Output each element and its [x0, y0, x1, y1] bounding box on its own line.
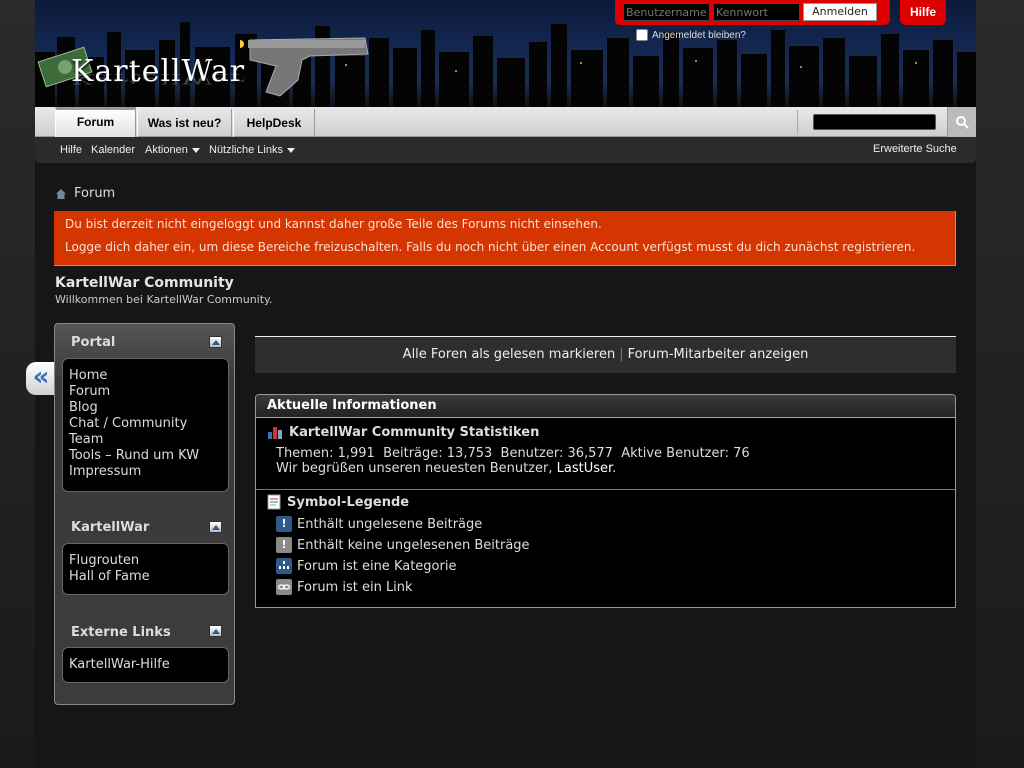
sidebar-item-flugrouten[interactable]: Flugrouten	[69, 553, 222, 569]
remember-me-label: Angemeldet bleiben?	[652, 29, 746, 41]
remember-me[interactable]: Angemeldet bleiben?	[636, 29, 746, 41]
subnav-calendar[interactable]: Kalender	[91, 144, 135, 156]
separator: |	[619, 347, 624, 362]
home-icon[interactable]	[55, 188, 67, 200]
remember-me-checkbox[interactable]	[636, 29, 648, 41]
sidebar-item-kartellwar-hilfe[interactable]: KartellWar-Hilfe	[69, 657, 222, 673]
block-collapse-kartellwar[interactable]	[209, 521, 222, 533]
chevron-up-icon	[211, 629, 220, 634]
page-background-right	[976, 0, 1024, 768]
block-collapse-portal[interactable]	[209, 336, 222, 348]
legend-label: Enthält ungelesene Beiträge	[297, 516, 483, 532]
search-button[interactable]	[947, 107, 976, 137]
subnav-useful-links[interactable]: Nützliche Links	[209, 144, 295, 156]
help-button[interactable]: Hilfe	[900, 0, 946, 25]
legend-label: Forum ist eine Kategorie	[297, 558, 457, 574]
subnav-useful-links-label: Nützliche Links	[209, 144, 283, 156]
legend-item: Forum ist eine Kategorie	[276, 558, 456, 574]
block-portal: Home Forum Blog Chat / Community Team To…	[62, 358, 229, 492]
link-icon	[276, 579, 292, 595]
block-title-kartellwar: KartellWar	[71, 520, 150, 535]
newest-user-link[interactable]: LastUser	[557, 461, 613, 476]
new-posts-icon: !	[276, 516, 292, 532]
login-form: Anmelden	[615, 0, 890, 25]
chevron-up-icon	[211, 340, 220, 345]
block-title-portal: Portal	[71, 335, 116, 350]
sidebar-item-impressum[interactable]: Impressum	[69, 464, 222, 480]
legend-item: ! Enthält keine ungelesenen Beiträge	[276, 537, 530, 553]
sidebar-item-hall-of-fame[interactable]: Hall of Fame	[69, 569, 222, 585]
block-kartellwar: Flugrouten Hall of Fame	[62, 543, 229, 595]
tab-forum[interactable]: Forum	[55, 107, 136, 137]
legend-section-title: Symbol-Legende	[267, 494, 409, 510]
welcome-suffix: .	[612, 461, 617, 476]
legend-item: ! Enthält ungelesene Beiträge	[276, 516, 482, 532]
chevron-down-icon	[191, 147, 200, 153]
tab-helpdesk[interactable]: HelpDesk	[233, 109, 315, 137]
legend-label: Forum ist ein Link	[297, 579, 413, 595]
stats-line: Themen: 1,991 Beiträge: 13,753 Benutzer:…	[276, 446, 750, 461]
sidebar: Portal Home Forum Blog Chat / Community …	[54, 323, 235, 705]
document-icon	[267, 494, 281, 510]
site-header: KartellWar KartellWar Anmelden Hilfe Ang…	[35, 0, 976, 107]
statistics-icon	[268, 427, 282, 439]
sidebar-collapse-button[interactable]: «	[26, 362, 56, 395]
block-collapse-external[interactable]	[209, 625, 222, 637]
block-title-external: Externe Links	[71, 625, 171, 640]
category-icon	[276, 558, 292, 574]
guest-notice: Du bist derzeit nicht eingeloggt und kan…	[54, 211, 956, 266]
breadcrumb-forum[interactable]: Forum	[74, 186, 115, 201]
search-icon	[956, 116, 969, 129]
section-divider	[256, 489, 955, 490]
sidebar-item-forum[interactable]: Forum	[69, 384, 222, 400]
page-wrapper: KartellWar KartellWar Anmelden Hilfe Ang…	[26, 0, 976, 768]
chevron-up-icon	[211, 525, 220, 530]
info-panel: Aktuelle Informationen KartellWar Commun…	[255, 394, 956, 608]
legend-title-text: Symbol-Legende	[287, 494, 410, 510]
mark-all-read-link[interactable]: Alle Foren als gelesen markieren	[403, 347, 616, 362]
old-posts-icon: !	[276, 537, 292, 553]
login-button[interactable]: Anmelden	[803, 3, 877, 21]
page-title: KartellWar Community	[55, 275, 234, 291]
chevron-down-icon	[286, 147, 295, 153]
stats-title-text: KartellWar Community Statistiken	[289, 424, 540, 440]
advanced-search-link[interactable]: Erweiterte Suche	[873, 143, 957, 155]
sidebar-item-blog[interactable]: Blog	[69, 400, 222, 416]
welcome-prefix: Wir begrüßen unseren neuesten Benutzer,	[276, 461, 557, 476]
info-panel-title: Aktuelle Informationen	[256, 395, 955, 418]
notice-line-1: Du bist derzeit nicht eingeloggt und kan…	[65, 217, 602, 231]
breadcrumb: Forum	[55, 186, 115, 201]
sidebar-item-home[interactable]: Home	[69, 368, 222, 384]
subnav-actions-label: Aktionen	[145, 144, 188, 156]
page-subtitle: Willkommen bei KartellWar Community.	[55, 293, 273, 306]
forum-actions-bar: Alle Foren als gelesen markieren | Forum-M…	[255, 336, 956, 373]
block-external-links: KartellWar-Hilfe	[62, 647, 229, 683]
password-input[interactable]	[713, 3, 800, 21]
sidebar-item-team[interactable]: Team	[69, 432, 222, 448]
show-staff-link[interactable]: Forum-Mitarbeiter anzeigen	[628, 347, 809, 362]
subnav-actions[interactable]: Aktionen	[145, 144, 200, 156]
sub-navigation: Hilfe Kalender Aktionen Nützliche Links …	[35, 137, 976, 163]
sidebar-item-chat[interactable]: Chat / Community	[69, 416, 222, 432]
welcome-line: Wir begrüßen unseren neuesten Benutzer, …	[276, 461, 616, 476]
tab-whats-new[interactable]: Was ist neu?	[137, 109, 232, 137]
subnav-help[interactable]: Hilfe	[60, 144, 82, 156]
legend-label: Enthält keine ungelesenen Beiträge	[297, 537, 530, 553]
legend-item: Forum ist ein Link	[276, 579, 413, 595]
quick-search	[797, 110, 947, 134]
username-input[interactable]	[623, 3, 710, 21]
search-input[interactable]	[813, 114, 936, 130]
notice-line-2: Logge dich daher ein, um diese Bereiche …	[65, 240, 916, 254]
site-logo-reflection: KartellWar	[71, 70, 246, 86]
stats-section-title: KartellWar Community Statistiken	[267, 424, 539, 440]
main-navigation: Forum Was ist neu? HelpDesk	[35, 107, 976, 137]
sidebar-item-tools[interactable]: Tools – Rund um KW	[69, 448, 222, 464]
pistol-icon	[240, 37, 369, 97]
